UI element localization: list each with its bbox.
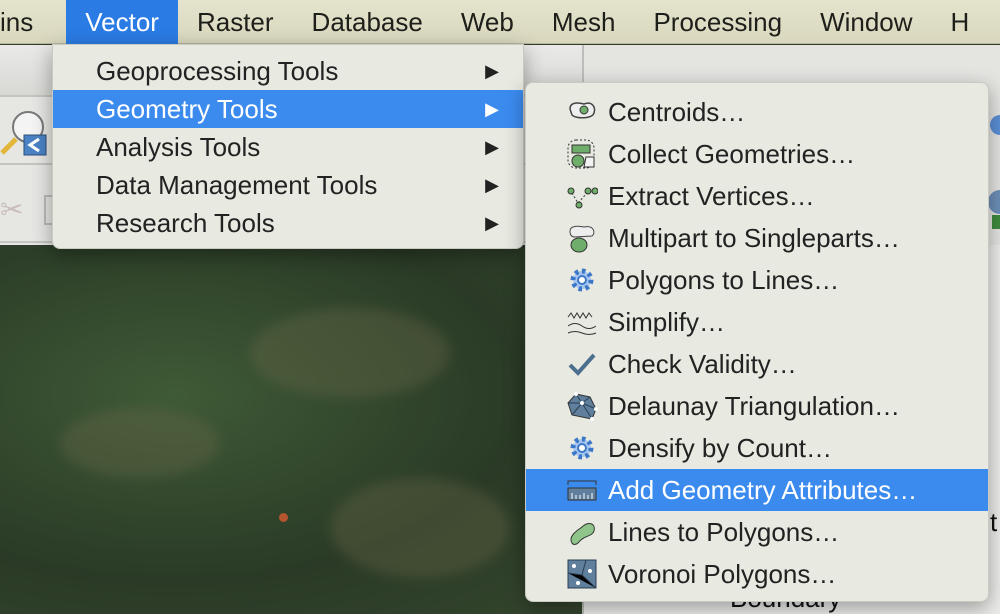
gear-icon[interactable] bbox=[988, 107, 1000, 143]
menu-bar: ins Vector Raster Database Web Mesh Proc… bbox=[0, 0, 1000, 44]
menu-item-extract-vertices[interactable]: Extract Vertices… bbox=[526, 175, 988, 217]
voronoi-icon bbox=[567, 559, 597, 589]
menu-item-label: Check Validity… bbox=[608, 349, 797, 379]
menu-item-geometry-tools[interactable]: Geometry Tools ▶ bbox=[53, 90, 523, 128]
submenu-arrow-icon: ▶ bbox=[485, 137, 499, 157]
menu-item-label: Add Geometry Attributes… bbox=[608, 475, 918, 505]
menu-mesh[interactable]: Mesh bbox=[533, 0, 635, 44]
add-wms-layer-icon[interactable] bbox=[988, 182, 1000, 234]
submenu-arrow-icon: ▶ bbox=[485, 213, 499, 233]
menu-item-label: Collect Geometries… bbox=[608, 139, 856, 169]
menu-item-label: Lines to Polygons… bbox=[608, 517, 840, 547]
menu-item-label: Data Management Tools bbox=[96, 170, 378, 200]
menu-item-lines-to-polygons[interactable]: Lines to Polygons… bbox=[526, 511, 988, 553]
menu-item-voronoi-polygons[interactable]: Voronoi Polygons… bbox=[526, 553, 988, 595]
menu-item-simplify[interactable]: Simplify… bbox=[526, 301, 988, 343]
menu-item-research-tools[interactable]: Research Tools ▶ bbox=[53, 204, 523, 242]
menu-item-multipart-to-singleparts[interactable]: Multipart to Singleparts… bbox=[526, 217, 988, 259]
menu-item-label: Analysis Tools bbox=[96, 132, 261, 162]
submenu-arrow-icon: ▶ bbox=[485, 61, 499, 81]
menu-web[interactable]: Web bbox=[442, 0, 533, 44]
menu-item-label: Voronoi Polygons… bbox=[608, 559, 837, 589]
simplify-icon bbox=[567, 312, 597, 335]
menu-item-label: Polygons to Lines… bbox=[608, 265, 840, 295]
vector-menu: Geoprocessing Tools ▶ Geometry Tools ▶ Ana… bbox=[52, 44, 524, 249]
menu-item-add-geometry-attributes[interactable]: Add Geometry Attributes… bbox=[526, 469, 988, 511]
menu-item-label: Simplify… bbox=[608, 307, 726, 337]
menu-item-label: Extract Vertices… bbox=[608, 181, 815, 211]
lines-to-polygons-icon bbox=[570, 523, 595, 545]
menu-database[interactable]: Database bbox=[293, 0, 442, 44]
menu-item-label: Centroids… bbox=[608, 97, 746, 127]
delaunay-icon bbox=[567, 392, 598, 421]
cut-icon[interactable]: ✂ bbox=[0, 193, 23, 226]
collect-geometries-icon bbox=[567, 139, 595, 169]
menu-item-label: Multipart to Singleparts… bbox=[608, 223, 900, 253]
menu-raster[interactable]: Raster bbox=[178, 0, 293, 44]
menu-item-label: Geoprocessing Tools bbox=[96, 56, 339, 86]
menu-item-label: Geometry Tools bbox=[96, 94, 278, 124]
map-canvas[interactable] bbox=[0, 248, 582, 614]
panel-text-partial: t bbox=[990, 507, 998, 537]
menu-item-label: Delaunay Triangulation… bbox=[608, 391, 900, 421]
map-point-marker bbox=[279, 513, 288, 522]
menu-item-densify-by-count[interactable]: Densify by Count… bbox=[526, 427, 988, 469]
menu-item-label: Densify by Count… bbox=[608, 433, 832, 463]
menu-vector[interactable]: Vector bbox=[66, 0, 178, 44]
menu-item-label: Research Tools bbox=[96, 208, 275, 238]
multipart-icon bbox=[569, 225, 595, 253]
menu-item-collect-geometries[interactable]: Collect Geometries… bbox=[526, 133, 988, 175]
gear-icon bbox=[570, 436, 594, 460]
geometry-tools-menu: Centroids… Collect Geometries… Extract V… bbox=[525, 82, 989, 602]
menu-window[interactable]: Window bbox=[801, 0, 931, 44]
menu-item-delaunay-triangulation[interactable]: Delaunay Triangulation… bbox=[526, 385, 988, 427]
menu-item-geoprocessing-tools[interactable]: Geoprocessing Tools ▶ bbox=[53, 52, 523, 90]
zoom-last-icon[interactable] bbox=[0, 105, 48, 157]
menu-plugins[interactable]: ins bbox=[0, 0, 52, 44]
centroids-icon bbox=[569, 102, 596, 119]
gear-icon bbox=[570, 268, 594, 292]
menu-item-data-management-tools[interactable]: Data Management Tools ▶ bbox=[53, 166, 523, 204]
menu-item-polygons-to-lines[interactable]: Polygons to Lines… bbox=[526, 259, 988, 301]
menu-help[interactable]: H bbox=[932, 0, 989, 44]
checkmark-icon bbox=[568, 353, 596, 376]
menu-item-check-validity[interactable]: Check Validity… bbox=[526, 343, 988, 385]
ruler-icon bbox=[567, 480, 597, 501]
extract-vertices-icon bbox=[567, 187, 598, 209]
submenu-arrow-icon: ▶ bbox=[485, 99, 499, 119]
menu-processing[interactable]: Processing bbox=[634, 0, 801, 44]
submenu-arrow-icon: ▶ bbox=[485, 175, 499, 195]
menu-item-centroids[interactable]: Centroids… bbox=[526, 91, 988, 133]
menu-item-analysis-tools[interactable]: Analysis Tools ▶ bbox=[53, 128, 523, 166]
